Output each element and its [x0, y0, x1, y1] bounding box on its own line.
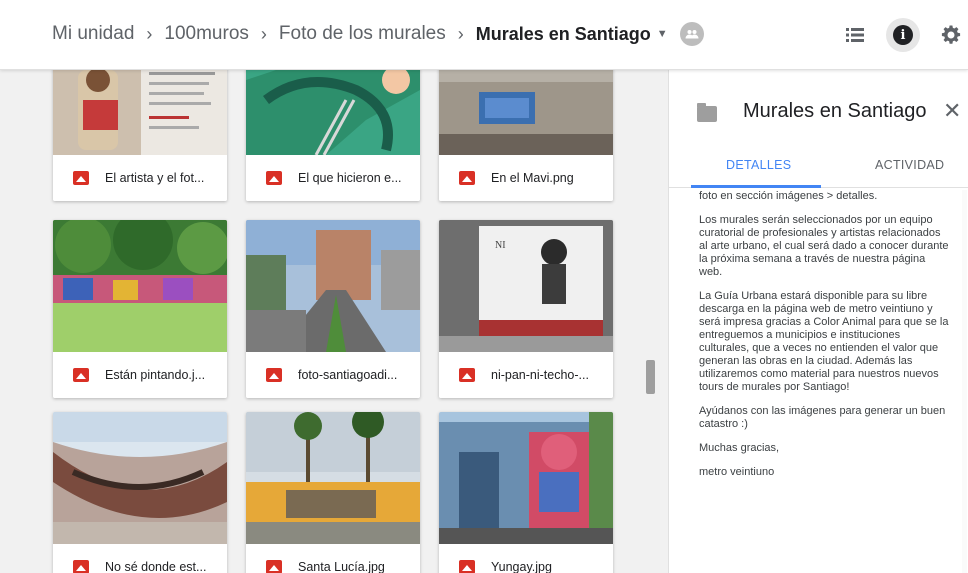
thumbnail — [439, 412, 613, 544]
file-grid: El artista y el fot... El que hicieron e… — [0, 70, 668, 573]
list-view-button[interactable] — [838, 18, 872, 52]
svg-text:NI: NI — [495, 240, 506, 251]
file-name: No sé donde est... — [105, 560, 207, 573]
file-card[interactable]: NI ni-pan-ni-techo-... — [439, 220, 613, 398]
info-icon: i — [893, 25, 913, 45]
file-name: ni-pan-ni-techo-... — [491, 368, 589, 382]
file-card[interactable]: El que hicieron e... — [246, 70, 420, 201]
description-paragraph: foto en sección imágenes > detalles. — [699, 190, 878, 202]
thumbnail: NI — [439, 220, 613, 352]
settings-button[interactable] — [934, 18, 968, 52]
panel-title: Murales en Santiago — [743, 100, 927, 122]
image-file-icon — [73, 368, 89, 382]
file-name: Santa Lucía.jpg — [298, 560, 385, 573]
folder-icon — [697, 103, 717, 122]
details-panel: Murales en Santiago ✕ DETALLES ACTIVIDAD… — [668, 70, 968, 573]
list-view-icon — [846, 28, 864, 42]
breadcrumb-100muros[interactable]: 100muros — [164, 23, 249, 45]
settings-icon — [941, 25, 961, 44]
thumbnail — [246, 220, 420, 352]
thumbnail — [246, 70, 420, 155]
image-file-icon — [73, 560, 89, 573]
thumbnail — [53, 70, 227, 155]
dropdown-arrow-icon[interactable]: ▼ — [657, 28, 668, 40]
active-tab-indicator — [691, 185, 821, 188]
description-paragraph: Los murales serán seleccionados por un e… — [699, 214, 949, 278]
file-card[interactable]: Yungay.jpg — [439, 412, 613, 573]
chevron-right-icon: › — [146, 23, 153, 44]
thumbnail — [246, 412, 420, 544]
description-paragraph: Muchas gracias, — [699, 442, 780, 454]
breadcrumb-current-folder[interactable]: Murales en Santiago — [476, 24, 651, 45]
breadcrumb: Mi unidad › 100muros › Foto de los mural… — [52, 22, 704, 46]
image-file-icon — [459, 560, 475, 573]
image-file-icon — [266, 560, 282, 573]
top-bar: Mi unidad › 100muros › Foto de los mural… — [0, 0, 968, 70]
image-file-icon — [266, 368, 282, 382]
description-paragraph: La Guía Urbana estará disponible para su… — [699, 290, 949, 393]
thumbnail — [53, 220, 227, 352]
image-file-icon — [459, 171, 475, 185]
folder-description: foto en sección imágenes > detalles. Los… — [699, 190, 951, 573]
thumbnail — [439, 70, 613, 155]
description-paragraph: metro veintiuno — [699, 466, 775, 478]
details-button[interactable]: i — [886, 18, 920, 52]
image-file-icon — [266, 171, 282, 185]
chevron-right-icon: › — [260, 23, 267, 44]
file-name: En el Mavi.png — [491, 171, 574, 185]
file-card[interactable]: Están pintando.j... — [53, 220, 227, 398]
file-card[interactable]: Santa Lucía.jpg — [246, 412, 420, 573]
file-name: foto-santiagoadi... — [298, 368, 398, 382]
file-name: Yungay.jpg — [491, 560, 552, 573]
file-name: Están pintando.j... — [105, 368, 206, 382]
tab-details[interactable]: DETALLES — [726, 158, 791, 172]
file-card[interactable]: No sé donde est... — [53, 412, 227, 573]
shared-folder-icon — [679, 22, 704, 46]
image-file-icon — [73, 171, 89, 185]
tab-activity[interactable]: ACTIVIDAD — [875, 158, 944, 172]
toolbar-actions: i — [824, 18, 968, 52]
grid-scrollbar[interactable] — [646, 360, 655, 394]
breadcrumb-photos[interactable]: Foto de los murales — [279, 23, 446, 45]
file-card[interactable]: foto-santiagoadi... — [246, 220, 420, 398]
file-name: El artista y el fot... — [105, 171, 205, 185]
panel-scrollbar[interactable] — [962, 190, 967, 573]
file-card[interactable]: El artista y el fot... — [53, 70, 227, 201]
details-header: Murales en Santiago ✕ DETALLES ACTIVIDAD — [669, 70, 968, 188]
image-file-icon — [459, 368, 475, 382]
file-card[interactable]: En el Mavi.png — [439, 70, 613, 201]
close-icon[interactable]: ✕ — [943, 98, 961, 124]
description-paragraph: Ayúdanos con las imágenes para generar u… — [699, 405, 946, 430]
breadcrumb-my-drive[interactable]: Mi unidad — [52, 23, 134, 45]
chevron-right-icon: › — [457, 23, 464, 44]
file-name: El que hicieron e... — [298, 171, 402, 185]
thumbnail — [53, 412, 227, 544]
